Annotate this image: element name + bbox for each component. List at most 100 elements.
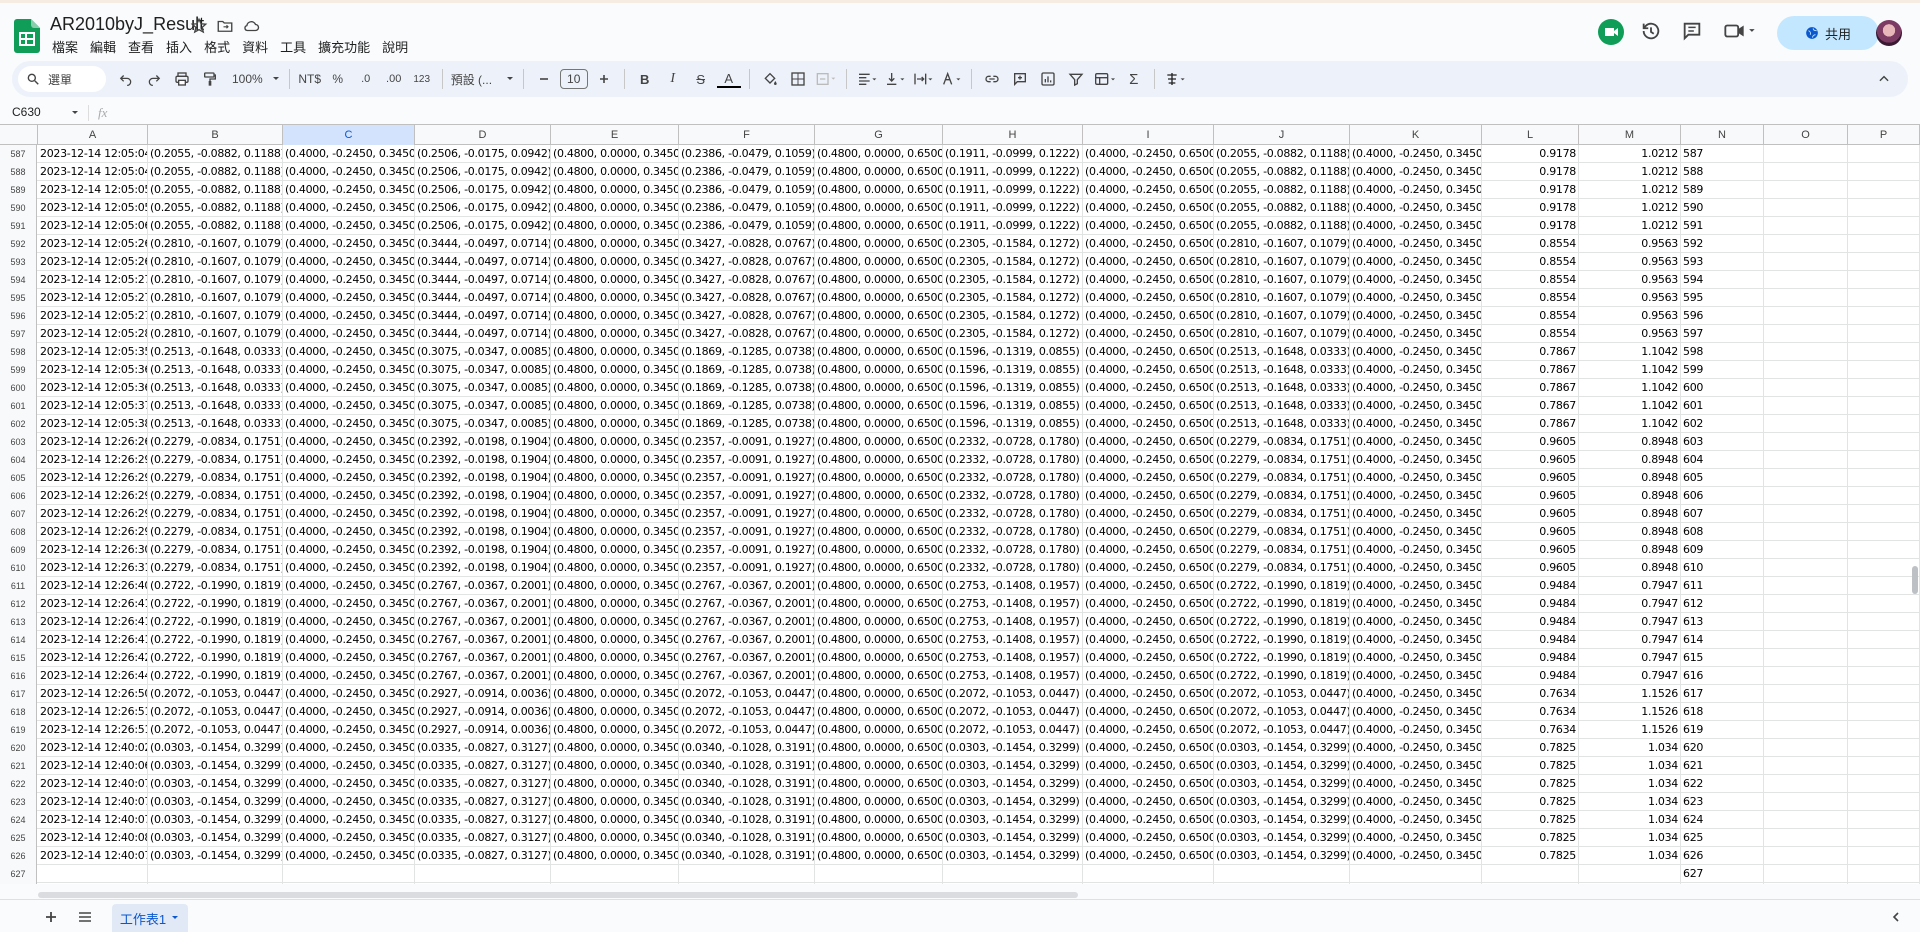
cell-e[interactable]: (0.4800, 0.0000, 0.3450) bbox=[551, 793, 679, 811]
cell-c[interactable]: (0.4000, -0.2450, 0.3450) bbox=[283, 163, 415, 181]
cell-m[interactable]: 1.1042 bbox=[1579, 361, 1681, 379]
cell-c[interactable]: (0.4000, -0.2450, 0.3450) bbox=[283, 613, 415, 631]
cell-n[interactable]: 601 bbox=[1681, 397, 1764, 415]
cell-m[interactable]: 0.8948 bbox=[1579, 523, 1681, 541]
cell-m[interactable]: 1.034 bbox=[1579, 775, 1681, 793]
cell-h[interactable]: (0.2753, -0.1408, 0.1957) bbox=[943, 595, 1083, 613]
cell-j[interactable]: (0.2072, -0.1053, 0.0447) bbox=[1214, 703, 1350, 721]
cell-o[interactable] bbox=[1764, 541, 1848, 559]
cell-j[interactable]: (0.2513, -0.1648, 0.0333) bbox=[1214, 415, 1350, 433]
cell-e[interactable]: (0.4800, 0.0000, 0.3450) bbox=[551, 397, 679, 415]
column-header-f[interactable]: F bbox=[679, 125, 815, 145]
cell-f[interactable]: (0.2357, -0.0091, 0.1927) bbox=[679, 505, 815, 523]
cell-f[interactable]: (0.2386, -0.0479, 0.1059) bbox=[679, 181, 815, 199]
cell-j[interactable]: (0.2810, -0.1607, 0.1079) bbox=[1214, 307, 1350, 325]
cell-k[interactable]: (0.4000, -0.2450, 0.3450) bbox=[1350, 649, 1482, 667]
add-sheet-icon[interactable] bbox=[44, 910, 58, 924]
cell-n[interactable]: 598 bbox=[1681, 343, 1764, 361]
cell-l[interactable]: 0.8554 bbox=[1482, 325, 1579, 343]
cell-l[interactable]: 0.9605 bbox=[1482, 523, 1579, 541]
cell-o[interactable] bbox=[1764, 685, 1848, 703]
cell-k[interactable]: (0.4000, -0.2450, 0.3450) bbox=[1350, 361, 1482, 379]
menu-tools[interactable]: 工具 bbox=[274, 39, 312, 57]
cell-a[interactable]: 2023-12-14 12:05:27 bbox=[38, 307, 148, 325]
cell-k[interactable]: (0.4000, -0.2450, 0.3450) bbox=[1350, 235, 1482, 253]
print-icon[interactable] bbox=[170, 67, 194, 91]
cell-l[interactable]: 0.8554 bbox=[1482, 253, 1579, 271]
cell-k[interactable] bbox=[1350, 865, 1482, 883]
cell-j[interactable]: (0.2722, -0.1990, 0.1819) bbox=[1214, 631, 1350, 649]
cell-j[interactable]: (0.2072, -0.1053, 0.0447) bbox=[1214, 685, 1350, 703]
cell-i[interactable]: (0.4000, -0.2450, 0.6500) bbox=[1083, 469, 1214, 487]
cell-l[interactable]: 0.7634 bbox=[1482, 721, 1579, 739]
row-header[interactable]: 622 bbox=[0, 775, 37, 793]
cell-f[interactable]: (0.2357, -0.0091, 0.1927) bbox=[679, 487, 815, 505]
cell-i[interactable]: (0.4000, -0.2450, 0.6500) bbox=[1083, 271, 1214, 289]
cell-l[interactable]: 0.9484 bbox=[1482, 631, 1579, 649]
cell-o[interactable] bbox=[1764, 577, 1848, 595]
cell-k[interactable]: (0.4000, -0.2450, 0.3450) bbox=[1350, 289, 1482, 307]
cell-o[interactable] bbox=[1764, 631, 1848, 649]
cell-b[interactable]: (0.0303, -0.1454, 0.3299) bbox=[148, 811, 283, 829]
cell-o[interactable] bbox=[1764, 235, 1848, 253]
cell-n[interactable]: 592 bbox=[1681, 235, 1764, 253]
cell-a[interactable]: 2023-12-14 12:26:42 bbox=[38, 649, 148, 667]
cell-e[interactable]: (0.4800, 0.0000, 0.3450) bbox=[551, 181, 679, 199]
row-header[interactable]: 605 bbox=[0, 469, 37, 487]
cell-m[interactable] bbox=[1579, 883, 1681, 884]
cell-n[interactable]: 623 bbox=[1681, 793, 1764, 811]
cell-m[interactable]: 0.9563 bbox=[1579, 271, 1681, 289]
cell-m[interactable]: 0.7947 bbox=[1579, 631, 1681, 649]
cell-c[interactable]: (0.4000, -0.2450, 0.3450) bbox=[283, 235, 415, 253]
cell-k[interactable]: (0.4000, -0.2450, 0.3450) bbox=[1350, 559, 1482, 577]
cell-n[interactable]: 599 bbox=[1681, 361, 1764, 379]
cell-m[interactable]: 1.1042 bbox=[1579, 415, 1681, 433]
cell-a[interactable]: 2023-12-14 12:40:08 bbox=[38, 829, 148, 847]
decrease-font-size-icon[interactable] bbox=[532, 67, 556, 91]
cell-g[interactable]: (0.4800, 0.0000, 0.6500) bbox=[815, 145, 943, 163]
cell-c[interactable]: (0.4000, -0.2450, 0.3450) bbox=[283, 253, 415, 271]
cell-o[interactable] bbox=[1764, 379, 1848, 397]
cell-d[interactable]: (0.2392, -0.0198, 0.1904) bbox=[415, 559, 551, 577]
cell-m[interactable]: 1.034 bbox=[1579, 739, 1681, 757]
cell-i[interactable]: (0.4000, -0.2450, 0.6500) bbox=[1083, 559, 1214, 577]
cell-g[interactable]: (0.4800, 0.0000, 0.6500) bbox=[815, 199, 943, 217]
cell-a[interactable]: 2023-12-14 12:26:29 bbox=[38, 523, 148, 541]
cell-l[interactable]: 0.7867 bbox=[1482, 361, 1579, 379]
cell-f[interactable]: (0.1869, -0.1285, 0.0738) bbox=[679, 361, 815, 379]
cell-a[interactable]: 2023-12-14 12:26:50 bbox=[38, 685, 148, 703]
cell-d[interactable]: (0.2767, -0.0367, 0.2001) bbox=[415, 595, 551, 613]
cell-j[interactable]: (0.2722, -0.1990, 0.1819) bbox=[1214, 649, 1350, 667]
cell-d[interactable]: (0.2767, -0.0367, 0.2001) bbox=[415, 649, 551, 667]
cell-c[interactable]: (0.4000, -0.2450, 0.3450) bbox=[283, 523, 415, 541]
cell-o[interactable] bbox=[1764, 775, 1848, 793]
cell-h[interactable]: (0.2305, -0.1584, 0.1272) bbox=[943, 325, 1083, 343]
cell-m[interactable]: 0.9563 bbox=[1579, 253, 1681, 271]
cell-a[interactable]: 2023-12-14 12:26:26 bbox=[38, 433, 148, 451]
menu-data[interactable]: 資料 bbox=[236, 39, 274, 57]
cell-c[interactable]: (0.4000, -0.2450, 0.3450) bbox=[283, 271, 415, 289]
cell-l[interactable]: 0.7825 bbox=[1482, 829, 1579, 847]
row-header[interactable]: 611 bbox=[0, 577, 37, 595]
cell-c[interactable]: (0.4000, -0.2450, 0.3450) bbox=[283, 145, 415, 163]
cell-m[interactable]: 1.0212 bbox=[1579, 199, 1681, 217]
cell-n[interactable]: 593 bbox=[1681, 253, 1764, 271]
cell-g[interactable]: (0.4800, 0.0000, 0.6500) bbox=[815, 271, 943, 289]
cell-o[interactable] bbox=[1764, 343, 1848, 361]
cell-i[interactable]: (0.4000, -0.2450, 0.6500) bbox=[1083, 253, 1214, 271]
cell-l[interactable]: 0.8554 bbox=[1482, 235, 1579, 253]
cell-m[interactable]: 1.0212 bbox=[1579, 163, 1681, 181]
filter-views-icon[interactable] bbox=[1092, 67, 1118, 91]
cloud-status-icon[interactable] bbox=[242, 17, 260, 35]
cell-h[interactable]: (0.1911, -0.0999, 0.1222) bbox=[943, 163, 1083, 181]
cell-g[interactable]: (0.4800, 0.0000, 0.6500) bbox=[815, 523, 943, 541]
cell-c[interactable]: (0.4000, -0.2450, 0.3450) bbox=[283, 325, 415, 343]
cell-e[interactable]: (0.4800, 0.0000, 0.3450) bbox=[551, 451, 679, 469]
cell-l[interactable]: 0.9605 bbox=[1482, 541, 1579, 559]
cell-i[interactable]: (0.4000, -0.2450, 0.6500) bbox=[1083, 451, 1214, 469]
cell-g[interactable]: (0.4800, 0.0000, 0.6500) bbox=[815, 487, 943, 505]
percent-format-button[interactable]: % bbox=[326, 67, 350, 91]
cell-d[interactable]: (0.2927, -0.0914, 0.0036) bbox=[415, 703, 551, 721]
cell-h[interactable]: (0.2332, -0.0728, 0.1780) bbox=[943, 487, 1083, 505]
cell-d[interactable]: (0.2767, -0.0367, 0.2001) bbox=[415, 613, 551, 631]
